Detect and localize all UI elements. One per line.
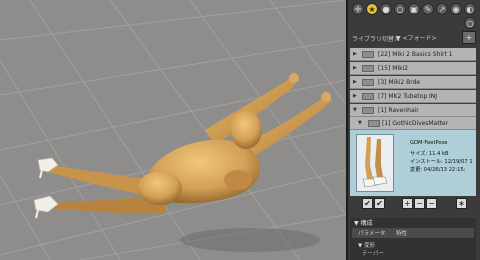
- folder-row[interactable]: ▶ [22] Miki 2 Basics Shirt 1: [350, 48, 476, 61]
- camera-tool-icon[interactable]: ▣: [408, 3, 420, 15]
- subfolder-row-open[interactable]: ▼ [1] GothicDivesMatter: [350, 117, 476, 130]
- folder-label: [15] Miki2: [378, 65, 409, 72]
- deform-section[interactable]: ▼ 変形: [358, 241, 375, 249]
- paint-tool-icon[interactable]: ✎: [422, 3, 434, 15]
- folder-icon: [368, 120, 380, 127]
- folder-row[interactable]: ▶ [15] Miki2: [350, 62, 476, 75]
- tool-palette: ✛ ★ ● ○ ▣ ✎ ↗ ◉ ◐: [352, 3, 476, 15]
- properties-panel: ▼ 構成 パラメータ 特性 ▼ 変形 テーパー: [350, 218, 476, 260]
- folder-label: [1] Ravenhair: [378, 107, 419, 114]
- sphere-tool-icon[interactable]: ●: [380, 3, 392, 15]
- library-tool-icon[interactable]: ★: [366, 3, 378, 15]
- library-list: ▶ [22] Miki 2 Basics Shirt 1 ▶ [15] Miki…: [350, 48, 476, 196]
- thumbnail-image: [357, 135, 393, 191]
- taper-item[interactable]: テーパー: [362, 249, 384, 257]
- collapse-arrow-icon[interactable]: ▼: [353, 107, 357, 113]
- collapse-arrow-icon[interactable]: ▼: [358, 120, 362, 126]
- folder-label: [1] GothicDivesMatter: [382, 120, 449, 127]
- expand-arrow-icon[interactable]: ▶: [353, 79, 357, 85]
- item-installed: インストール: 12/19/07 1: [410, 159, 473, 165]
- pose-tool-icon[interactable]: ✛: [352, 3, 364, 15]
- expand-arrow-icon[interactable]: ▶: [353, 51, 357, 57]
- collapse-button[interactable]: −: [426, 198, 437, 209]
- options-button[interactable]: ∗: [456, 198, 467, 209]
- folder-icon: [362, 79, 374, 86]
- light-tool-icon[interactable]: ○: [394, 3, 406, 15]
- tab-properties[interactable]: 特性: [396, 229, 407, 237]
- expand-arrow-icon[interactable]: ▶: [353, 65, 357, 71]
- figure-model[interactable]: [33, 73, 332, 219]
- library-buttons: ✔ ✔ + − − ∗: [350, 198, 476, 212]
- expand-arrow-icon[interactable]: ▶: [353, 93, 357, 99]
- folder-row[interactable]: ▶ [7] MK2 Tubetop INJ: [350, 90, 476, 103]
- pose-thumbnail[interactable]: [356, 134, 394, 192]
- item-name: GDM-FeetPose: [410, 140, 448, 146]
- extra-tool-icon[interactable]: ○: [464, 17, 476, 29]
- folder-icon: [362, 93, 374, 100]
- folder-label: [3] Miki2 Brde: [378, 79, 421, 86]
- folder-label: [7] MK2 Tubetop INJ: [378, 93, 438, 100]
- viewport-3d[interactable]: [0, 0, 346, 260]
- apply-all-button[interactable]: ✔: [374, 198, 385, 209]
- folder-row-open[interactable]: ▼ [1] Ravenhair: [350, 104, 476, 117]
- folder-icon: [362, 65, 374, 72]
- item-modified: 変更: 04/26/13 22:15:: [410, 167, 466, 173]
- render-tool-icon[interactable]: ◉: [450, 3, 462, 15]
- properties-title[interactable]: ▼ 構成: [354, 218, 373, 227]
- scale-tool-icon[interactable]: ↗: [436, 3, 448, 15]
- panel-divider[interactable]: [346, 0, 348, 260]
- properties-tabs: パラメータ 特性: [352, 228, 474, 238]
- folder-icon: [362, 51, 374, 58]
- scene: [0, 0, 346, 260]
- library-select[interactable]: ▼ <フォード>: [396, 33, 437, 42]
- ground-grid: [0, 0, 346, 260]
- morph-tool-icon[interactable]: ◐: [464, 3, 476, 15]
- folder-icon: [362, 107, 374, 114]
- tab-parameters[interactable]: パラメータ: [358, 229, 385, 237]
- library-header: ライブラリ切替え ▼ <フォード> +: [350, 31, 476, 45]
- library-panel: ✛ ★ ● ○ ▣ ✎ ↗ ◉ ◐ ○ ライブラリ切替え ▼ <フォード> + ▶ [22] M…: [346, 0, 480, 260]
- item-size: サイズ: 11.4 kB: [410, 151, 449, 157]
- figure-shadow: [180, 228, 320, 252]
- library-switch-label: ライブラリ切替え: [352, 36, 401, 43]
- add-to-library-button[interactable]: +: [402, 198, 413, 209]
- remove-button[interactable]: −: [414, 198, 425, 209]
- tool-palette-extra: ○: [464, 17, 476, 29]
- selected-item[interactable]: GDM-FeetPose サイズ: 11.4 kB インストール: 12/19/…: [350, 130, 476, 196]
- add-library-button[interactable]: +: [462, 31, 476, 44]
- folder-label: [22] Miki 2 Basics Shirt 1: [378, 51, 453, 58]
- apply-button[interactable]: ✔: [362, 198, 373, 209]
- folder-row[interactable]: ▶ [3] Miki2 Brde: [350, 76, 476, 89]
